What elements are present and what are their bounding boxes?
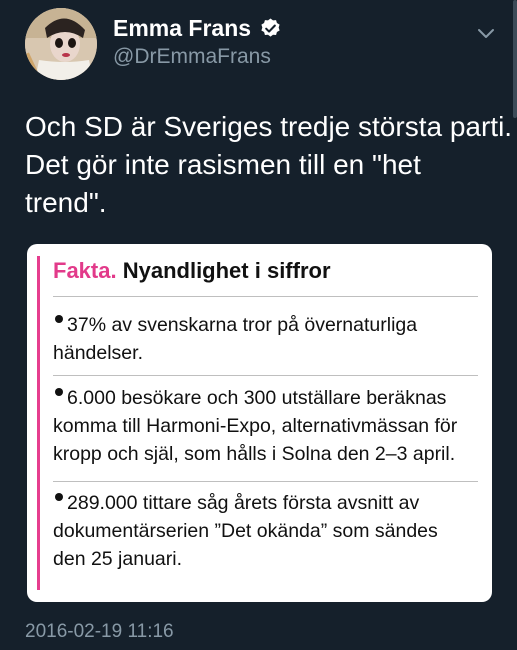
fact-item: 289.000 tittare såg årets första avsnitt… (53, 489, 483, 573)
item-divider (53, 375, 478, 376)
display-name[interactable]: Emma Frans (113, 14, 251, 42)
scrollbar[interactable] (513, 0, 517, 118)
fact-line: den 25 januari. (53, 548, 183, 570)
verified-badge-icon (259, 17, 282, 40)
fact-line: komma till Harmoni-Expo, alternativmässa… (53, 415, 458, 437)
attached-image-card[interactable]: Fakta. Nyandlighet i siffror 37% av sven… (27, 244, 492, 602)
tweet-text: Och SD är Sveriges tredje största parti.… (25, 108, 513, 222)
avatar[interactable] (25, 8, 97, 80)
tweet-text-line: Och SD är Sveriges tredje största parti. (25, 111, 513, 142)
tweet-timestamp[interactable]: 2016-02-19 11:16 (25, 620, 174, 644)
avatar-image (25, 8, 97, 80)
bullet-icon (55, 315, 63, 323)
item-divider (53, 481, 478, 482)
author-name-row: Emma Frans (113, 14, 282, 42)
fact-line: 37% av svenskarna tror på övernaturliga (67, 314, 418, 336)
tweet-text-line: Det gör inte rasismen till en "het (25, 149, 421, 180)
card-title: Nyandlighet i siffror (122, 258, 331, 283)
card-label: Fakta. (53, 258, 117, 283)
tweet: Emma Frans @DrEmmaFrans Och SD är Sverig… (0, 0, 517, 650)
fact-item: 37% av svenskarna tror på övernaturliga … (53, 311, 483, 367)
chevron-down-icon[interactable] (477, 26, 495, 40)
fact-line: dokumentärserien ”Det okända” som sändes (53, 520, 438, 542)
bullet-icon (55, 388, 63, 396)
bullet-icon (55, 493, 63, 501)
fact-line: händelser. (53, 342, 143, 364)
tweet-text-line: trend". (25, 187, 107, 218)
author-handle[interactable]: @DrEmmaFrans (113, 44, 271, 70)
fact-line: kropp och själ, som hålls i Solna den 2–… (53, 443, 456, 465)
card-divider (53, 296, 478, 297)
card-heading: Fakta. Nyandlighet i siffror (53, 256, 331, 286)
fact-line: 289.000 tittare såg årets första avsnitt… (67, 492, 420, 514)
fact-item: 6.000 besökare och 300 utställare beräkn… (53, 384, 483, 468)
fact-line: 6.000 besökare och 300 utställare beräkn… (67, 387, 447, 409)
card-accent-bar (37, 256, 40, 590)
